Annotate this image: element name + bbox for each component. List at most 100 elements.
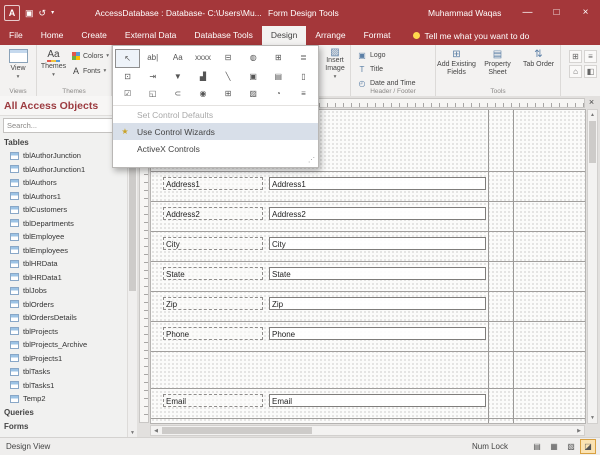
nav-table-item[interactable]: tblDepartments bbox=[0, 217, 137, 231]
attachment-control-icon[interactable]: ⊂ bbox=[165, 85, 190, 102]
field-textbox-control[interactable]: Phone bbox=[269, 327, 486, 340]
small-tool-icon-3[interactable]: ⌂ bbox=[569, 65, 582, 78]
tab-design[interactable]: Design bbox=[262, 26, 306, 45]
form-view-button[interactable]: ▤ bbox=[529, 439, 545, 454]
scroll-up-icon[interactable]: ▲ bbox=[588, 110, 597, 120]
rectangle-control-icon[interactable]: ▯ bbox=[291, 68, 316, 85]
field-label-control[interactable]: Address1 bbox=[163, 177, 263, 190]
nav-scrollbar[interactable]: ▲ ▼ bbox=[127, 131, 137, 438]
scroll-right-icon[interactable]: ▶ bbox=[574, 426, 584, 435]
label-control-icon[interactable]: Aa bbox=[165, 49, 190, 66]
layout-view-button[interactable]: ▧ bbox=[563, 439, 579, 454]
tab-arrange[interactable]: Arrange bbox=[306, 26, 354, 45]
document-close-icon[interactable]: × bbox=[586, 97, 597, 108]
scroll-left-icon[interactable]: ◀ bbox=[151, 426, 161, 435]
field-textbox-control[interactable]: Zip bbox=[269, 297, 486, 310]
field-label-control[interactable]: Address2 bbox=[163, 207, 263, 220]
tab-external-data[interactable]: External Data bbox=[116, 26, 186, 45]
more-controls-icon[interactable]: ≡ bbox=[291, 85, 316, 102]
nav-section-queries[interactable]: Queries ˅ bbox=[0, 406, 137, 420]
vertical-scrollbar-thumb[interactable] bbox=[589, 121, 596, 163]
nav-table-item[interactable]: tblOrders bbox=[0, 298, 137, 312]
qat-customize-icon[interactable]: ▾ bbox=[51, 0, 54, 26]
line-control-icon[interactable]: ╲ bbox=[216, 68, 241, 85]
button-control-icon[interactable]: xxxx bbox=[190, 49, 215, 66]
field-label-control[interactable]: City bbox=[163, 237, 263, 250]
search-input[interactable] bbox=[7, 121, 121, 130]
text-box-control-icon[interactable]: ab| bbox=[140, 49, 165, 66]
web-browser-control-icon[interactable]: ⊞ bbox=[266, 49, 291, 66]
save-icon[interactable]: ▣ bbox=[25, 0, 34, 26]
nav-table-item[interactable]: tblHRData1 bbox=[0, 271, 137, 285]
nav-table-item[interactable]: tblAuthors1 bbox=[0, 190, 137, 204]
signed-in-user[interactable]: Muhammad Waqas bbox=[428, 0, 501, 26]
maximize-button[interactable]: □ bbox=[542, 0, 571, 26]
nav-table-item[interactable]: Temp2 bbox=[0, 392, 137, 406]
tab-create[interactable]: Create bbox=[72, 26, 116, 45]
close-button[interactable]: × bbox=[571, 0, 600, 26]
horizontal-scrollbar[interactable]: ◀ ▶ bbox=[150, 425, 585, 436]
navigation-control-icon[interactable]: ≣ bbox=[291, 49, 316, 66]
title-button[interactable]: T Title bbox=[355, 63, 431, 75]
view-button[interactable]: View ▾ bbox=[0, 45, 36, 81]
nav-table-item[interactable]: tblOrdersDetails bbox=[0, 311, 137, 325]
small-tool-icon-1[interactable]: ⊞ bbox=[569, 50, 582, 63]
field-textbox-control[interactable]: Address1 bbox=[269, 177, 486, 190]
nav-table-item[interactable]: tblTasks1 bbox=[0, 379, 137, 393]
logo-button[interactable]: ▣ Logo bbox=[355, 49, 431, 61]
nav-table-item[interactable]: tblCustomers bbox=[0, 203, 137, 217]
scroll-down-icon[interactable]: ▼ bbox=[588, 413, 597, 423]
access-app-icon[interactable]: A bbox=[4, 5, 20, 21]
field-textbox-control[interactable]: State bbox=[269, 267, 486, 280]
tab-database-tools[interactable]: Database Tools bbox=[185, 26, 261, 45]
field-label-control[interactable]: Email bbox=[163, 394, 263, 407]
small-tool-icon-4[interactable]: ◧ bbox=[584, 65, 597, 78]
nav-section-forms[interactable]: Forms ˅ bbox=[0, 420, 137, 434]
insert-image-button[interactable]: ▨ Insert Image ▾ bbox=[320, 45, 350, 81]
tab-home[interactable]: Home bbox=[32, 26, 73, 45]
field-label-control[interactable]: State bbox=[163, 267, 263, 280]
colors-button[interactable]: Colors ▾ bbox=[70, 50, 111, 62]
pie-chart-control-icon[interactable]: ◔ bbox=[266, 85, 291, 102]
nav-table-item[interactable]: tblEmployee bbox=[0, 230, 137, 244]
themes-button[interactable]: Aa Themes ▾ bbox=[37, 45, 70, 85]
menu-item-use-control-wizards[interactable]: ★ Use Control Wizards bbox=[113, 123, 318, 140]
subform-control-icon[interactable]: ⊞ bbox=[216, 85, 241, 102]
small-tool-icon-2[interactable]: ≡ bbox=[584, 50, 597, 63]
option-group-control-icon[interactable]: ⊡ bbox=[115, 68, 140, 85]
nav-table-item[interactable]: tblProjects_Archive bbox=[0, 338, 137, 352]
nav-table-item[interactable]: tblProjects1 bbox=[0, 352, 137, 366]
field-label-control[interactable]: Phone bbox=[163, 327, 263, 340]
nav-table-item[interactable]: tblAuthors bbox=[0, 176, 137, 190]
toggle-button-control-icon[interactable]: ▣ bbox=[241, 68, 266, 85]
field-textbox-control[interactable]: City bbox=[269, 237, 486, 250]
select-control-icon[interactable]: ↖ bbox=[115, 49, 140, 68]
check-box-control-icon[interactable]: ☑ bbox=[115, 85, 140, 102]
tab-format[interactable]: Format bbox=[355, 26, 400, 45]
nav-table-item[interactable]: tblJobs bbox=[0, 284, 137, 298]
combo-box-control-icon[interactable]: ▼ bbox=[165, 68, 190, 85]
field-textbox-control[interactable]: Email bbox=[269, 394, 486, 407]
tab-file[interactable]: File bbox=[0, 26, 32, 45]
image-control-icon[interactable]: ▨ bbox=[241, 85, 266, 102]
option-button-control-icon[interactable]: ◉ bbox=[190, 85, 215, 102]
fonts-button[interactable]: A Fonts ▾ bbox=[70, 65, 111, 77]
design-view-button[interactable]: ◪ bbox=[580, 439, 596, 454]
tab-control-icon[interactable]: ⊟ bbox=[216, 49, 241, 66]
datasheet-view-button[interactable]: ▦ bbox=[546, 439, 562, 454]
vertical-scrollbar[interactable]: ▲ ▼ bbox=[587, 109, 598, 424]
minimize-button[interactable]: — bbox=[513, 0, 542, 26]
nav-table-item[interactable]: tblProjects bbox=[0, 325, 137, 339]
list-box-control-icon[interactable]: ▤ bbox=[266, 68, 291, 85]
hyperlink-control-icon[interactable]: ◍ bbox=[241, 49, 266, 66]
page-break-control-icon[interactable]: ⇥ bbox=[140, 68, 165, 85]
popup-resize-grip[interactable]: ⋰ bbox=[113, 157, 318, 167]
chart-control-icon[interactable]: ▟ bbox=[190, 68, 215, 85]
tell-me-box[interactable]: Tell me what you want to do bbox=[413, 26, 529, 45]
field-textbox-control[interactable]: Address2 bbox=[269, 207, 486, 220]
nav-table-item[interactable]: tblTasks bbox=[0, 365, 137, 379]
field-label-control[interactable]: Zip bbox=[163, 297, 263, 310]
nav-table-item[interactable]: tblEmployees bbox=[0, 244, 137, 258]
unbound-object-frame-icon[interactable]: ◱ bbox=[140, 85, 165, 102]
horizontal-scrollbar-thumb[interactable] bbox=[162, 427, 312, 434]
